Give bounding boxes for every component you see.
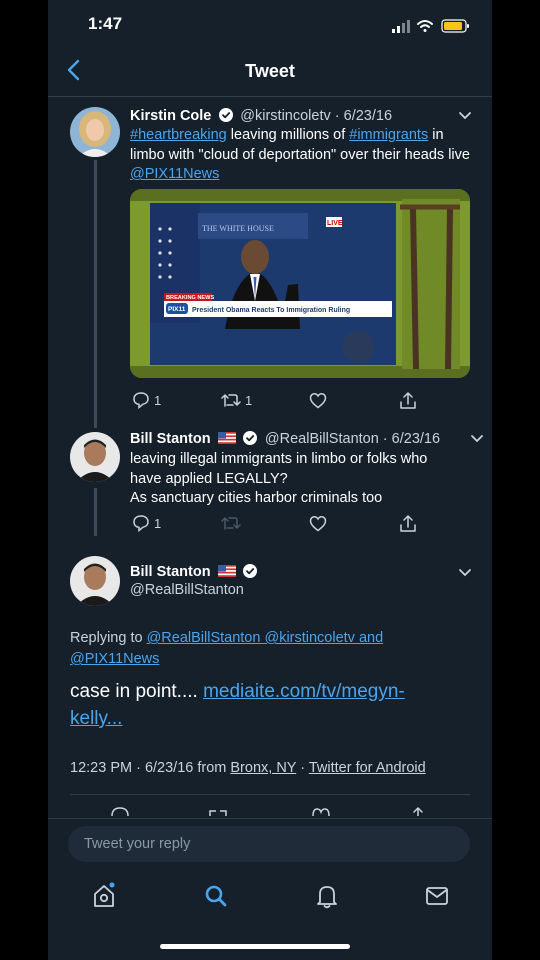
share-icon[interactable] bbox=[399, 514, 417, 533]
replying-prefix: Replying to bbox=[70, 630, 147, 646]
status-time: 1:47 bbox=[88, 14, 123, 33]
page-title: Tweet bbox=[245, 61, 295, 81]
author-name[interactable]: Bill Stanton bbox=[130, 564, 211, 580]
reply-icon bbox=[133, 392, 149, 409]
retweet-icon bbox=[221, 394, 241, 407]
chevron-down-icon[interactable] bbox=[458, 111, 472, 121]
reply-count: 1 bbox=[154, 515, 162, 531]
thread-line bbox=[94, 488, 97, 536]
thread-line bbox=[94, 160, 97, 428]
location-link[interactable]: Bronx, NY bbox=[230, 760, 296, 776]
channel-label: PIX11 bbox=[168, 306, 186, 313]
tweet-meta: 12:23 PM · 6/23/16 from Bronx, NY · Twit… bbox=[70, 760, 490, 776]
signal-icon bbox=[392, 20, 410, 33]
phone-screen: 1:47 Tweet Kirstin Cole @kirstincoletv ·… bbox=[48, 0, 492, 960]
tweet-text-line: As sanctuary cities harbor criminals too bbox=[130, 490, 383, 506]
url-link[interactable]: kelly... bbox=[70, 708, 122, 729]
reply-icon[interactable] bbox=[110, 806, 130, 816]
url-link[interactable]: mediaite.com/tv/megyn- bbox=[203, 681, 405, 702]
tweet-text: #heartbreaking leaving millions of #immi… bbox=[130, 126, 470, 185]
tweet-header: Kirstin Cole @kirstincoletv · 6/23/16 bbox=[130, 107, 470, 125]
battery-icon bbox=[441, 19, 469, 33]
timestamp: 12:23 PM · 6/23/16 from bbox=[70, 760, 231, 776]
reply-action[interactable]: 1 bbox=[132, 391, 161, 409]
hashtag-link[interactable]: #immigrants bbox=[349, 127, 428, 143]
tweet-text-line: have applied LEGALLY? bbox=[130, 470, 288, 487]
tweet-body-text: case in point.... bbox=[70, 681, 204, 702]
like-icon[interactable] bbox=[309, 392, 327, 409]
like-icon[interactable] bbox=[311, 807, 331, 816]
reply-count: 1 bbox=[154, 392, 162, 408]
share-icon[interactable] bbox=[399, 391, 417, 410]
author-name[interactable]: Bill Stanton bbox=[130, 431, 211, 447]
wall-text: THE WHITE HOUSE bbox=[202, 224, 274, 233]
verified-icon bbox=[243, 564, 258, 578]
us-flag-icon bbox=[218, 565, 237, 577]
retweet-count: 1 bbox=[245, 392, 253, 408]
author-handle[interactable]: @RealBillStanton bbox=[130, 582, 244, 598]
tweet-text-segment: leaving millions of bbox=[226, 127, 350, 143]
tweet-text-line: leaving illegal immigrants in limbo or f… bbox=[130, 451, 428, 467]
messages-tab-icon[interactable] bbox=[425, 886, 449, 906]
author-handle-date: @RealBillStanton · 6/23/16 bbox=[264, 431, 441, 447]
meta-divider bbox=[70, 794, 470, 795]
mention-link[interactable]: @PIX11News bbox=[70, 651, 159, 667]
avatar-kirstin-icon bbox=[70, 107, 120, 157]
tweet-body: case in point.... mediaite.com/tv/megyn-… bbox=[70, 678, 480, 732]
verified-icon bbox=[243, 431, 258, 445]
reply-action[interactable]: 1 bbox=[132, 514, 161, 532]
avatar[interactable] bbox=[70, 432, 120, 482]
reply-placeholder: Tweet your reply bbox=[84, 836, 191, 852]
live-label: LIVE bbox=[327, 220, 343, 227]
breaking-label: BREAKING NEWS bbox=[166, 295, 214, 301]
notifications-tab-icon[interactable] bbox=[315, 883, 339, 909]
us-flag-icon bbox=[218, 432, 237, 444]
status-icons bbox=[392, 19, 469, 33]
author-handle-date: @kirstincoletv · 6/23/16 bbox=[240, 108, 393, 124]
avatar-bill-icon bbox=[70, 556, 120, 606]
like-icon[interactable] bbox=[309, 515, 327, 532]
replying-to: Replying to @RealBillStanton @kirstincol… bbox=[70, 628, 470, 670]
mention-link[interactable]: @RealBillStanton @kirstincoletv and bbox=[147, 630, 384, 646]
reply-icon bbox=[133, 515, 149, 532]
mention-link[interactable]: @PIX11News bbox=[130, 166, 219, 182]
retweet-icon[interactable] bbox=[208, 808, 228, 816]
video-thumbnail: THE WHITE HOUSE LIVE BREAKING NEWS PIX11… bbox=[130, 189, 470, 378]
nav-divider bbox=[48, 96, 492, 97]
avatar[interactable] bbox=[70, 107, 120, 157]
reply-divider bbox=[48, 818, 492, 819]
home-indicator bbox=[160, 944, 350, 949]
avatar[interactable] bbox=[70, 556, 120, 606]
chevron-down-icon[interactable] bbox=[458, 568, 472, 578]
home-tab-icon[interactable] bbox=[92, 882, 116, 908]
banner-text: President Obama Reacts To Immigration Ru… bbox=[192, 307, 350, 314]
avatar-bill-icon bbox=[70, 432, 120, 482]
source-link[interactable]: Twitter for Android bbox=[309, 760, 426, 776]
meta-separator: · bbox=[296, 760, 309, 776]
share-icon[interactable] bbox=[410, 806, 426, 816]
retweet-action[interactable]: 1 bbox=[221, 391, 252, 409]
search-tab-icon[interactable] bbox=[204, 884, 228, 908]
tweet-header: Bill Stanton bbox=[130, 563, 258, 581]
hashtag-link[interactable]: #heartbreaking bbox=[130, 127, 227, 143]
tweet-header: Bill Stanton @RealBillStanton · 6/23/16 bbox=[130, 430, 470, 448]
tweet-media[interactable]: THE WHITE HOUSE LIVE BREAKING NEWS PIX11… bbox=[130, 189, 470, 378]
author-name[interactable]: Kirstin Cole bbox=[130, 108, 211, 124]
tweet-text: leaving illegal immigrants in limbo or f… bbox=[130, 450, 475, 509]
chevron-down-icon[interactable] bbox=[470, 434, 484, 444]
wifi-icon bbox=[417, 20, 433, 32]
retweet-icon-disabled bbox=[221, 517, 241, 530]
verified-icon bbox=[218, 108, 233, 122]
